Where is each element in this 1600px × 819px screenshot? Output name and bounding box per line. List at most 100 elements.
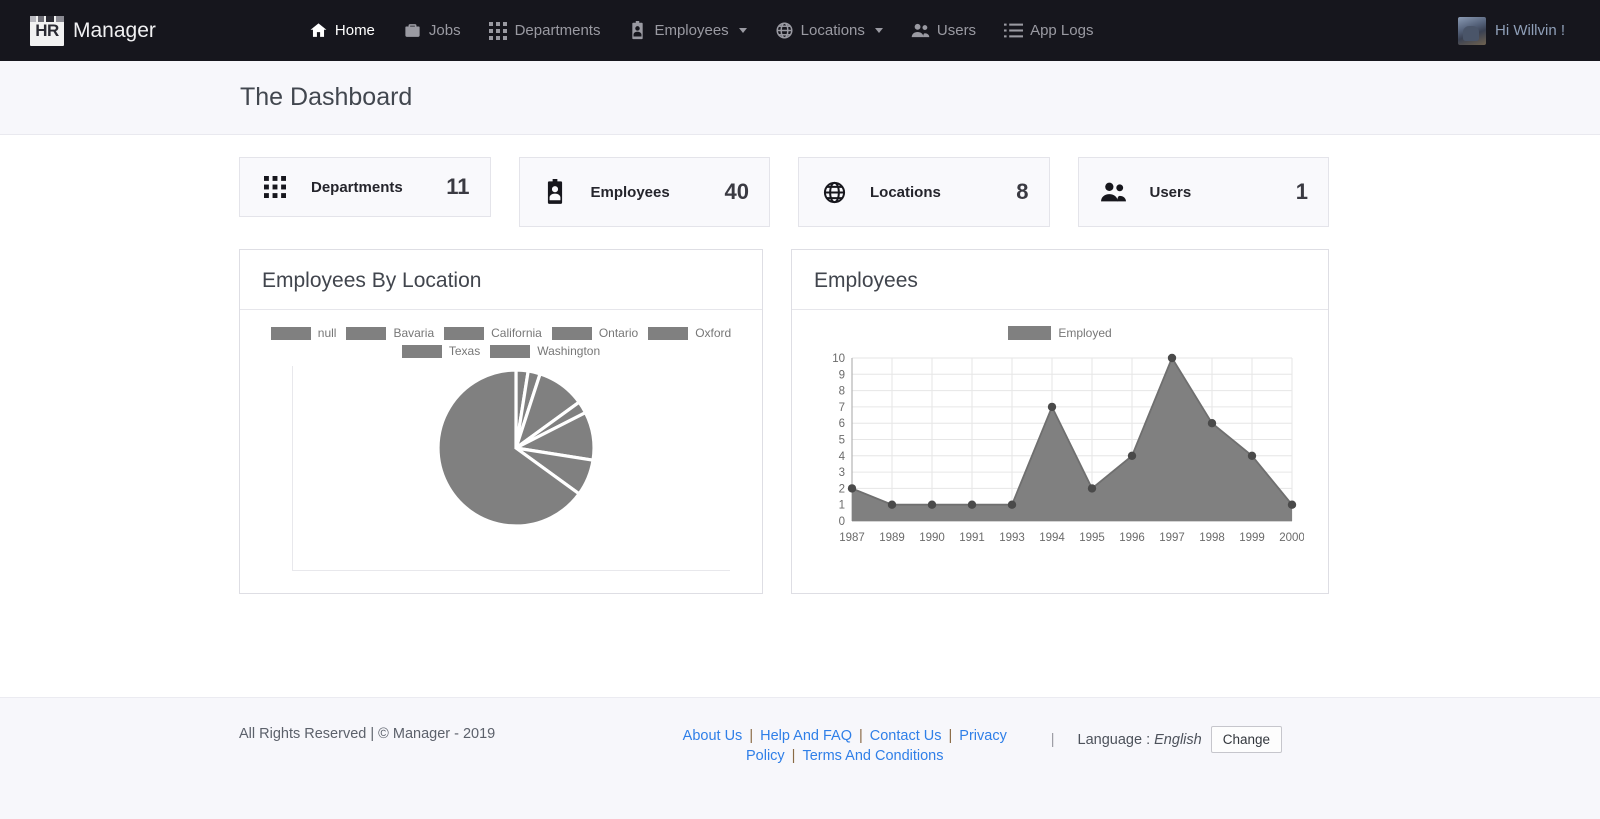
language-label-text: Language : — [1077, 731, 1151, 748]
employees-by-location-card: Employees By Location null Bavaria Califor… — [239, 249, 763, 594]
stat-card-row: Departments 11 Employees 40 Locations 8 … — [239, 157, 1329, 227]
avatar — [1458, 16, 1486, 45]
x-axis-tick-label: 1999 — [1239, 532, 1265, 544]
y-axis-tick-label: 6 — [839, 418, 845, 430]
stat-card-locations-label: Locations — [870, 183, 941, 201]
id-badge-icon — [628, 21, 647, 40]
stat-card-locations[interactable]: Locations 8 — [798, 157, 1050, 227]
y-axis-tick-label: 8 — [839, 386, 845, 398]
stat-card-employees-value: 40 — [724, 179, 749, 204]
data-point-marker[interactable] — [887, 500, 897, 509]
hr-logo-icon: HR — [30, 15, 64, 46]
page-footer: All Rights Reserved | © Manager - 2019 A… — [0, 697, 1600, 819]
legend-item[interactable]: California — [444, 326, 542, 340]
grid-icon — [489, 21, 508, 40]
line-legend: Employed — [810, 326, 1310, 340]
footer-divider: | — [1050, 731, 1055, 748]
legend-label: Employed — [1058, 326, 1112, 340]
legend-swatch — [490, 344, 531, 358]
legend-swatch — [346, 326, 387, 340]
area-chart[interactable]: 0 1 2 3 4 5 6 7 8 9 10 1987 1989 1990 1991 1993 1994 1995… — [812, 348, 1305, 553]
pie-chart[interactable] — [416, 366, 616, 546]
nav-item-departments-label: Departments — [514, 22, 601, 39]
x-axis-tick-label: 1991 — [959, 532, 985, 544]
footer-link[interactable]: Contact Us — [870, 728, 942, 744]
id-badge-icon — [540, 177, 570, 207]
nav-item-locations[interactable]: Locations — [762, 13, 896, 48]
data-point-marker[interactable] — [927, 500, 937, 509]
nav-item-jobs[interactable]: Jobs — [390, 13, 474, 48]
chevron-down-icon — [738, 28, 747, 33]
legend-label: Ontario — [598, 326, 639, 340]
legend-item[interactable]: Oxford — [648, 326, 731, 340]
top-navbar: HR Manager Home Jobs Departments Employe… — [0, 0, 1600, 61]
pie-chart-plot-area — [292, 366, 730, 571]
user-menu[interactable]: Hi Willvin ! — [1446, 12, 1586, 50]
list-icon — [1004, 21, 1024, 40]
change-language-button[interactable]: Change — [1210, 726, 1282, 753]
legend-item[interactable]: null — [270, 326, 336, 340]
nav-item-departments[interactable]: Departments — [476, 13, 614, 48]
stat-card-users-value: 1 — [1295, 179, 1308, 204]
brand-logo-link[interactable]: HR Manager — [30, 15, 156, 46]
data-point-marker[interactable] — [1287, 500, 1297, 509]
nav-item-users[interactable]: Users — [898, 13, 989, 48]
data-point-marker[interactable] — [1007, 500, 1017, 509]
y-axis-tick-label: 9 — [839, 369, 845, 381]
data-point-marker[interactable] — [1247, 451, 1257, 460]
home-icon — [309, 21, 328, 40]
footer-link-separator: | — [791, 748, 796, 764]
language-value: English — [1154, 731, 1202, 748]
data-point-marker[interactable] — [847, 484, 857, 493]
stat-card-users-label: Users — [1149, 183, 1192, 201]
footer-link-separator: | — [749, 728, 754, 744]
footer-link[interactable]: Help And FAQ — [760, 728, 852, 744]
grid-icon — [260, 172, 290, 202]
footer-links: About Us | Help And FAQ | Contact Us | Privacy… — [661, 726, 1029, 766]
legend-label: Texas — [448, 344, 481, 358]
nav-item-employees-label: Employees — [654, 22, 729, 39]
nav-item-users-label: Users — [936, 22, 977, 39]
legend-item[interactable]: Washington — [490, 344, 600, 358]
people-icon — [911, 21, 930, 40]
data-point-marker[interactable] — [967, 500, 977, 509]
data-point-marker[interactable] — [1207, 419, 1217, 428]
footer-link[interactable]: Terms And Conditions — [802, 748, 943, 764]
legend-swatch — [648, 326, 689, 340]
legend-label: California — [491, 326, 542, 340]
x-axis-tick-label: 1996 — [1119, 532, 1145, 544]
y-axis-tick-label: 0 — [839, 516, 845, 528]
y-axis-tick-label: 7 — [839, 402, 845, 414]
legend-item[interactable]: Ontario — [551, 326, 639, 340]
legend-swatch — [270, 326, 311, 340]
stat-card-departments-label: Departments — [311, 178, 403, 196]
chart-row: Employees By Location null Bavaria Califor… — [239, 249, 1329, 594]
area-chart-plot-area: 0 1 2 3 4 5 6 7 8 9 10 1987 1989 1990 1991 1993 1994 1995… — [812, 348, 1305, 558]
legend-item[interactable]: Employed — [1008, 326, 1112, 340]
legend-label: Bavaria — [393, 326, 435, 340]
nav-item-employees[interactable]: Employees — [615, 13, 759, 48]
y-axis-tick-label: 2 — [839, 483, 845, 495]
data-point-marker[interactable] — [1167, 353, 1177, 363]
legend-item[interactable]: Texas — [401, 344, 481, 358]
footer-link[interactable]: About Us — [683, 728, 743, 744]
legend-label: Oxford — [695, 326, 732, 340]
data-point-marker[interactable] — [1127, 451, 1137, 460]
nav-item-app-logs-label: App Logs — [1030, 22, 1094, 39]
legend-item[interactable]: Bavaria — [346, 326, 434, 340]
x-axis-tick-label: 1995 — [1079, 532, 1105, 544]
nav-item-home[interactable]: Home — [296, 13, 388, 48]
stat-card-employees[interactable]: Employees 40 — [518, 157, 770, 227]
employees-timeline-card: Employees Employed 0 1 2 3 4 5 6 7 8 9 10 1987 1989 1… — [791, 249, 1329, 594]
nav-item-app-logs[interactable]: App Logs — [991, 13, 1106, 48]
y-axis-tick-label: 1 — [839, 500, 845, 512]
x-axis-tick-label: 1989 — [879, 532, 905, 544]
stat-card-departments[interactable]: Departments 11 — [239, 157, 491, 217]
y-axis-tick-label: 3 — [839, 467, 845, 479]
stat-card-users[interactable]: Users 1 — [1077, 157, 1329, 227]
data-point-marker[interactable] — [1047, 402, 1057, 412]
brand-name: Manager — [73, 18, 156, 42]
x-axis-tick-label: 1994 — [1039, 532, 1065, 544]
data-point-marker[interactable] — [1087, 484, 1097, 493]
employees-by-location-title: Employees By Location — [240, 250, 762, 310]
